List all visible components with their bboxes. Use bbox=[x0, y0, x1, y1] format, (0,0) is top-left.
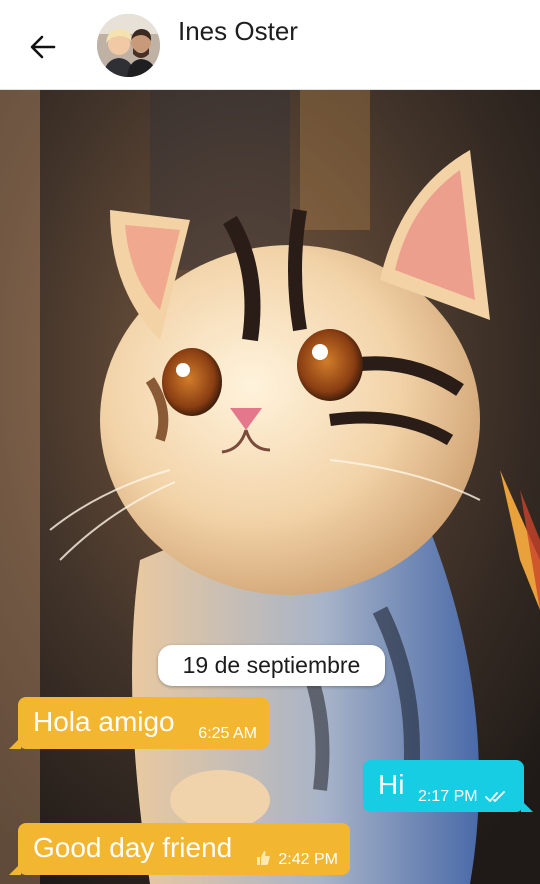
double-check-icon bbox=[485, 790, 505, 802]
message-time: 6:25 AM bbox=[198, 725, 257, 742]
message-meta: 2:42 PM bbox=[255, 850, 338, 869]
chat-area[interactable]: 19 de septiembre Hola amigo 6:25 AM Hi 2… bbox=[0, 90, 540, 884]
arrow-left-icon bbox=[30, 35, 56, 59]
message-bubble-incoming[interactable]: Good day friend 2:42 PM bbox=[9, 823, 350, 875]
chat-header: Ines Oster bbox=[0, 0, 540, 90]
message-meta: 2:17 PM bbox=[418, 788, 507, 806]
thumbs-up-icon bbox=[256, 851, 270, 865]
message-text: Hi bbox=[378, 769, 405, 800]
message-text: Hola amigo bbox=[33, 706, 175, 737]
date-separator: 19 de septiembre bbox=[158, 645, 385, 686]
message-time: 2:42 PM bbox=[278, 851, 338, 868]
message-text: Good day friend bbox=[33, 832, 233, 863]
message-bubble-outgoing[interactable]: Hi 2:17 PM bbox=[363, 760, 533, 812]
message-bubble-incoming[interactable]: Hola amigo 6:25 AM bbox=[9, 697, 269, 749]
contact-name[interactable]: Ines Oster bbox=[178, 16, 298, 47]
message-time: 2:17 PM bbox=[418, 788, 478, 805]
back-button[interactable] bbox=[26, 30, 60, 64]
contact-avatar[interactable] bbox=[97, 14, 160, 77]
